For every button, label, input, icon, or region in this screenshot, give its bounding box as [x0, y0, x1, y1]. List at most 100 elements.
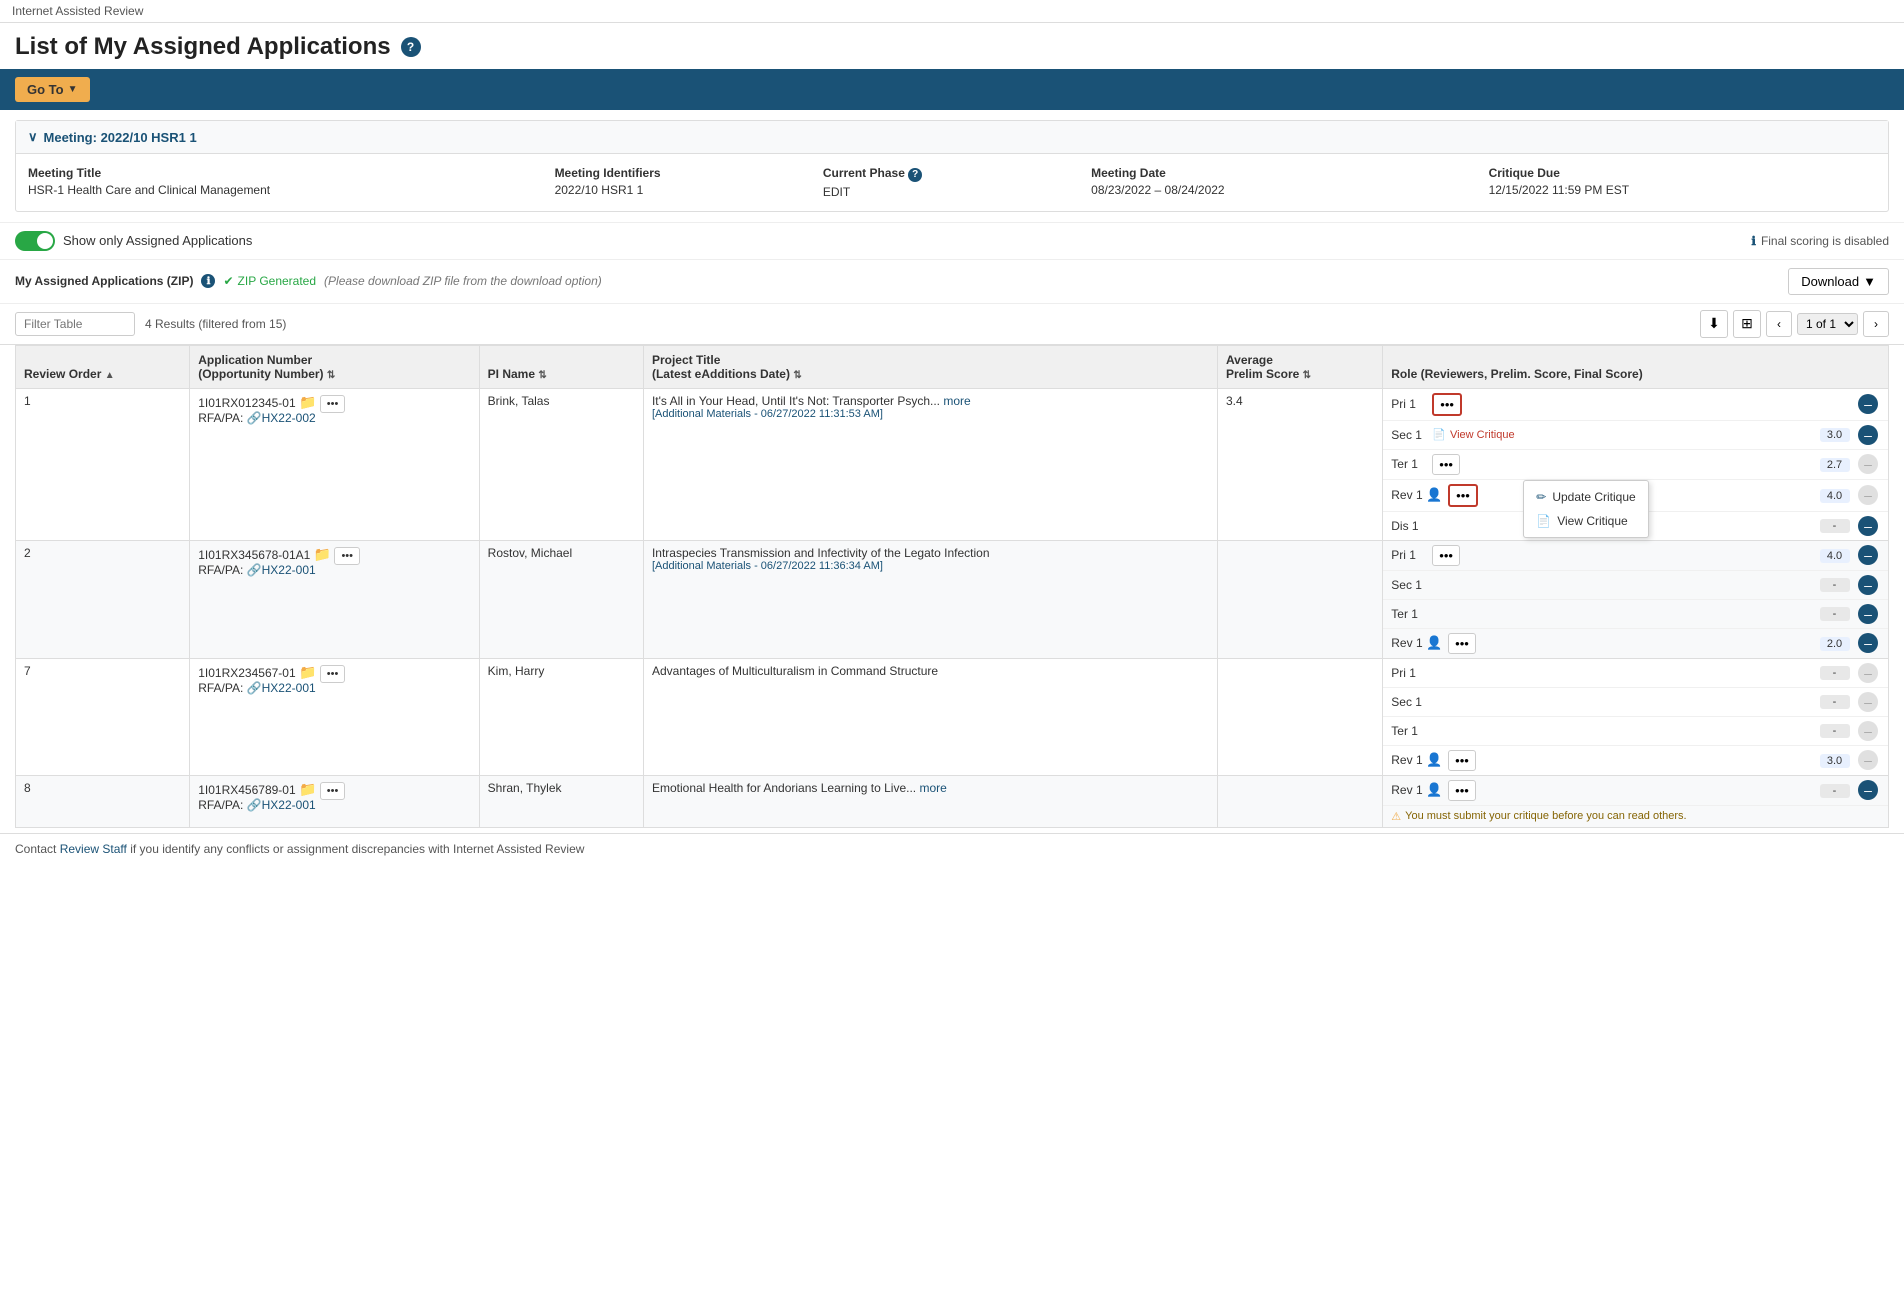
role-row-ter1: Ter 1 ••• 2.7 –: [1383, 450, 1888, 480]
role-actions-rev1: ••• ✏ Update Critique 📄 View Critique: [1448, 484, 1811, 507]
col-app-number: Application Number(Opportunity Number) ⇅: [190, 345, 479, 388]
meeting-header-label: Meeting: 2022/10 HSR1 1: [44, 130, 197, 145]
cell-roles: Pri 1 ••• – Sec 1 📄 View Critique 3: [1383, 388, 1889, 540]
phase-help-icon[interactable]: ?: [908, 168, 922, 182]
role-actions-ter1: •••: [1432, 454, 1811, 475]
final-score-btn-pri1[interactable]: –: [1858, 663, 1878, 683]
assigned-toggle[interactable]: [15, 231, 55, 251]
controls-bar: Show only Assigned Applications ℹ Final …: [0, 222, 1904, 260]
role-menu-pri1[interactable]: •••: [1432, 393, 1462, 416]
rfa-link[interactable]: 🔗HX22-001: [247, 681, 316, 695]
col-avg-prelim-score: AveragePrelim Score ⇅: [1217, 345, 1382, 388]
meeting-phase-value: EDIT: [823, 185, 1081, 199]
cell-project-title: Emotional Health for Andorians Learning …: [643, 775, 1217, 827]
final-score-btn-rev1[interactable]: –: [1858, 780, 1878, 800]
view-critique-sec1[interactable]: 📄 View Critique: [1432, 428, 1514, 441]
final-score-btn-pri1[interactable]: –: [1858, 545, 1878, 565]
folder-icon[interactable]: 📁: [299, 664, 316, 680]
role-prelim-rev1: -: [1817, 783, 1852, 798]
zip-help-icon[interactable]: ℹ: [201, 274, 215, 288]
page-help-icon[interactable]: ?: [401, 37, 421, 57]
rfa-link[interactable]: 🔗HX22-001: [247, 563, 316, 577]
rfa-link[interactable]: 🔗HX22-001: [247, 798, 316, 812]
role-label-ter1: Ter 1: [1391, 724, 1426, 738]
meeting-date-value: 08/23/2022 – 08/24/2022: [1091, 183, 1478, 197]
final-score-btn-sec1[interactable]: –: [1858, 575, 1878, 595]
app-menu-dots[interactable]: •••: [320, 782, 346, 800]
download-table-icon[interactable]: ⬇: [1700, 310, 1728, 338]
final-score-btn-sec1[interactable]: –: [1858, 425, 1878, 445]
rfa-link[interactable]: 🔗HX22-002: [247, 411, 316, 425]
next-page-button[interactable]: ›: [1863, 311, 1889, 337]
role-menu-rev1[interactable]: •••: [1448, 633, 1476, 654]
cell-pi-name: Brink, Talas: [479, 388, 643, 540]
role-row-ter1: Ter 1 - –: [1383, 600, 1888, 629]
cell-review-order: 2: [16, 540, 190, 658]
cell-review-order: 7: [16, 658, 190, 775]
role-label-dis1: Dis 1: [1391, 519, 1426, 533]
role-label-pri1: Pri 1: [1391, 666, 1426, 680]
role-final-ter1: –: [1858, 454, 1880, 474]
role-actions-pri1: •••: [1432, 545, 1811, 566]
final-score-btn-rev1[interactable]: –: [1858, 750, 1878, 770]
goto-button[interactable]: Go To ▼: [15, 77, 90, 102]
final-score-btn-rev1[interactable]: –: [1858, 485, 1878, 505]
additional-materials-link[interactable]: [Additional Materials - 06/27/2022 11:31…: [652, 408, 1209, 420]
folder-icon[interactable]: 📁: [314, 546, 331, 562]
role-row-sec1: Sec 1 - –: [1383, 688, 1888, 717]
goto-caret-icon: ▼: [68, 84, 78, 95]
page-select[interactable]: 1 of 1: [1797, 313, 1858, 335]
download-button[interactable]: Download ▼: [1788, 268, 1889, 295]
final-score-btn-ter1[interactable]: –: [1858, 604, 1878, 624]
toolbar-bar: Go To ▼: [0, 69, 1904, 110]
app-menu-dots[interactable]: •••: [334, 547, 360, 565]
role-final-rev1: –: [1858, 485, 1880, 505]
view-critique-item[interactable]: 📄 View Critique: [1524, 509, 1647, 533]
role-menu-rev1[interactable]: •••: [1448, 780, 1476, 801]
doc-icon: 📄: [1536, 514, 1551, 528]
grid-view-icon[interactable]: ⊞: [1733, 310, 1761, 338]
cell-project-title: Advantages of Multiculturalism in Comman…: [643, 658, 1217, 775]
role-row-rev1: Rev 1 👤 ••• ✏ Update Critique 📄 View Cri: [1383, 480, 1888, 512]
additional-materials-link[interactable]: [Additional Materials - 06/27/2022 11:36…: [652, 560, 1209, 572]
final-score-btn-pri1[interactable]: –: [1858, 394, 1878, 414]
prev-page-button[interactable]: ‹: [1766, 311, 1792, 337]
meeting-date-label: Meeting Date: [1091, 166, 1478, 180]
folder-icon[interactable]: 📁: [299, 781, 316, 797]
more-link[interactable]: more: [943, 394, 970, 408]
role-final-pri1: –: [1858, 394, 1880, 414]
role-actions-sec1: 📄 View Critique: [1432, 428, 1811, 441]
cell-avg-prelim-score: [1217, 775, 1382, 827]
role-prelim-rev1: 2.0: [1817, 636, 1852, 651]
final-score-btn-ter1[interactable]: –: [1858, 721, 1878, 741]
app-menu-dots[interactable]: •••: [320, 665, 346, 683]
role-label-rev1: Rev 1 👤: [1391, 487, 1442, 503]
final-score-btn-dis1[interactable]: –: [1858, 516, 1878, 536]
role-prelim-rev1: 4.0: [1817, 488, 1852, 503]
role-prelim-sec1: -: [1817, 694, 1852, 709]
cell-pi-name: Shran, Thylek: [479, 775, 643, 827]
final-scoring-label: Final scoring is disabled: [1761, 234, 1889, 248]
final-score-btn-sec1[interactable]: –: [1858, 692, 1878, 712]
role-final-sec1: –: [1858, 575, 1880, 595]
role-menu-rev1[interactable]: •••: [1448, 484, 1478, 507]
update-critique-item[interactable]: ✏ Update Critique: [1524, 485, 1647, 509]
table-controls: 4 Results (filtered from 15) ⬇ ⊞ ‹ 1 of …: [0, 304, 1904, 345]
role-label-ter1: Ter 1: [1391, 457, 1426, 471]
app-menu-dots[interactable]: •••: [320, 395, 346, 413]
footer-link[interactable]: Review Staff: [60, 842, 127, 856]
role-menu-pri1[interactable]: •••: [1432, 545, 1460, 566]
folder-icon[interactable]: 📁: [299, 394, 316, 410]
col-review-order: Review Order ▲: [16, 345, 190, 388]
final-score-btn-rev1[interactable]: –: [1858, 633, 1878, 653]
role-menu-ter1[interactable]: •••: [1432, 454, 1460, 475]
filter-input[interactable]: [15, 312, 135, 336]
footer-bar: Contact Review Staff if you identify any…: [0, 833, 1904, 864]
meeting-header[interactable]: ∨ Meeting: 2022/10 HSR1 1: [16, 121, 1888, 154]
role-menu-rev1[interactable]: •••: [1448, 750, 1476, 771]
role-actions-pri1: •••: [1432, 393, 1811, 416]
more-link[interactable]: more: [919, 781, 946, 795]
role-label-rev1: Rev 1 👤: [1391, 635, 1442, 651]
final-score-btn-ter1[interactable]: –: [1858, 454, 1878, 474]
filter-area: 4 Results (filtered from 15): [15, 312, 286, 336]
